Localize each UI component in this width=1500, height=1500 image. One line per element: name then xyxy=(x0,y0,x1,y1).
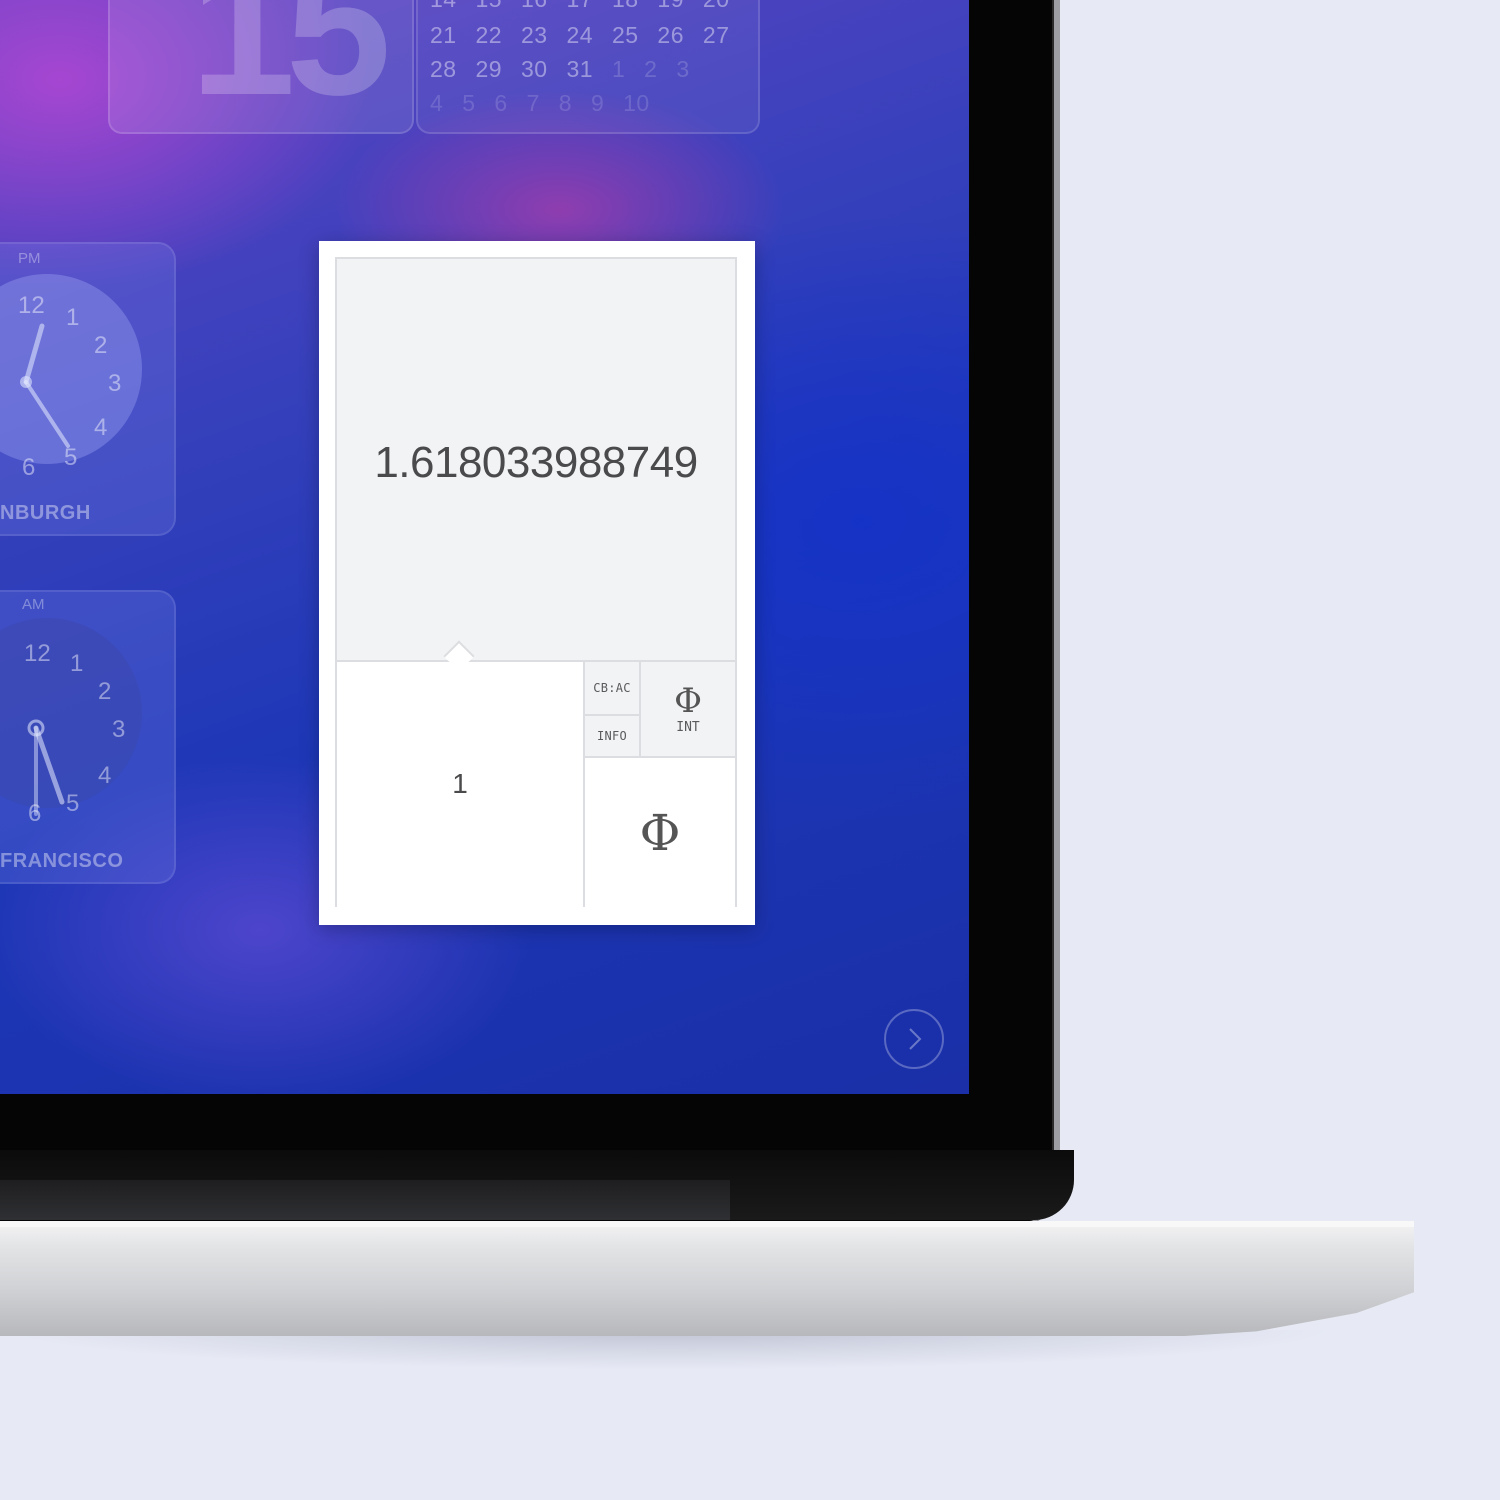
clock-number: 1 xyxy=(70,650,84,677)
clock-city: FRANCISCO xyxy=(0,850,124,872)
int-button-label: INT xyxy=(676,719,700,735)
phi-icon: Φ xyxy=(639,803,681,862)
input-value: 1 xyxy=(452,767,468,799)
laptop-base xyxy=(0,1221,1414,1336)
input-field[interactable]: 1 xyxy=(337,662,585,907)
clock-number: 4 xyxy=(94,414,108,441)
calculator-widget: 1.618033988749 1 CB:AC INFO Φ INT Φ xyxy=(319,241,755,925)
chevron-right-icon xyxy=(909,1028,922,1050)
laptop-screen: 15 14 15 16 17 18 19 20 21 22 23 24 25 2… xyxy=(0,0,969,1094)
calendar-week-row: 28 29 30 31 1 2 3 xyxy=(430,56,690,82)
clock-number: 3 xyxy=(112,716,126,743)
laptop-shadow xyxy=(0,1330,1340,1370)
clock-ampm: AM xyxy=(22,596,45,613)
calendar-week-row: 4 5 6 7 8 9 10 xyxy=(430,90,650,116)
phi-icon: Φ xyxy=(674,680,702,721)
info-button[interactable]: INFO xyxy=(585,716,641,758)
calculator-body: 1.618033988749 1 CB:AC INFO Φ INT Φ xyxy=(335,257,737,907)
clear-button[interactable]: CB:AC xyxy=(585,662,641,716)
laptop-hinge xyxy=(0,1180,730,1220)
int-button[interactable]: Φ INT xyxy=(641,662,735,758)
calendar-week-row: 14 15 16 17 18 19 20 xyxy=(430,0,730,13)
clear-button-label: CB:AC xyxy=(593,681,631,695)
clock-hands-icon xyxy=(20,323,70,448)
display-value: 1.618033988749 xyxy=(374,437,698,487)
clock-widget: AM 12 1 2 3 4 5 6 FRANCISCO xyxy=(0,590,176,884)
info-button-label: INFO xyxy=(596,729,628,743)
clock-ampm: PM xyxy=(18,250,41,267)
next-page-button[interactable] xyxy=(884,1009,944,1069)
calculator-display: 1.618033988749 xyxy=(337,259,735,662)
clock-hands-icon xyxy=(27,719,65,816)
clock-widget: PM 12 1 2 3 4 5 6 NBURGH xyxy=(0,242,176,536)
calendar-day-number: 15 xyxy=(190,0,391,135)
clock-number: 3 xyxy=(108,370,122,397)
calendar-week-row: 21 22 23 24 25 26 27 xyxy=(430,22,730,48)
laptop-base-edge xyxy=(0,1221,1414,1227)
clock-number: 2 xyxy=(94,332,108,359)
clock-city: NBURGH xyxy=(0,502,91,524)
phi-button[interactable]: Φ xyxy=(585,758,735,907)
clock-number: 12 xyxy=(24,640,51,667)
